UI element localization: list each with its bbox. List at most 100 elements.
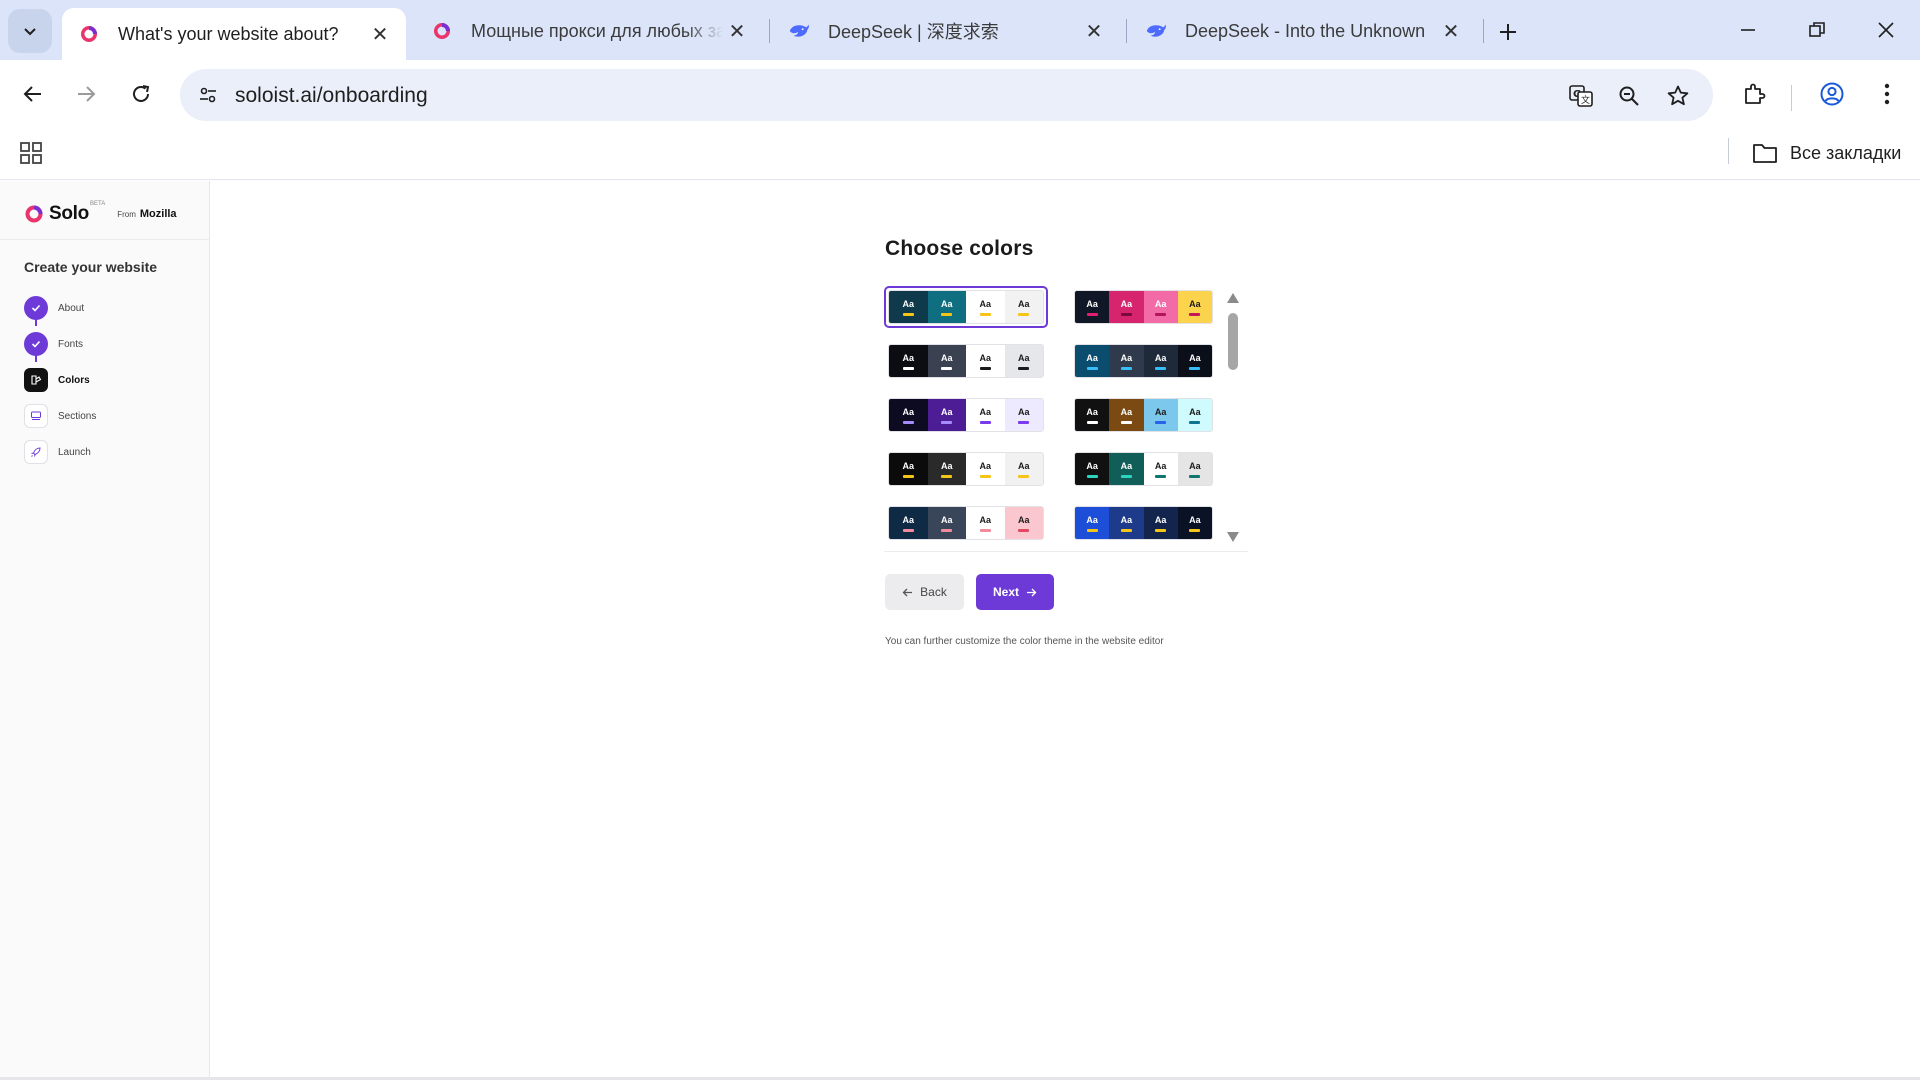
all-bookmarks-button[interactable]: Все закладки [1752, 136, 1901, 170]
step-label: Launch [58, 446, 91, 458]
swatch-accent-bar [1086, 474, 1098, 478]
scroll-up-arrow-icon[interactable] [1226, 292, 1240, 304]
back-nav-button[interactable] [13, 74, 53, 114]
tab-search-button[interactable] [8, 9, 52, 53]
bookmarks-separator [1728, 138, 1729, 164]
new-tab-button[interactable] [1490, 14, 1526, 50]
url-text[interactable]: soloist.ai/onboarding [235, 84, 428, 108]
color-palette-option[interactable]: Aa Aa Aa Aa [884, 394, 1048, 436]
swatch-accent-bar [902, 312, 914, 316]
step-about[interactable]: About [24, 290, 96, 326]
deepseek-whale-icon [1145, 20, 1167, 42]
step-sections[interactable]: Sections [24, 398, 96, 434]
palette-swatch: Aa [1143, 507, 1178, 539]
swatch-sample-text: Aa [902, 406, 914, 417]
tab-whats-your-website[interactable]: What's your website about? ✕ [62, 8, 406, 60]
swatch-sample-text: Aa [902, 298, 914, 309]
reload-button[interactable] [121, 74, 161, 114]
profile-icon[interactable] [1812, 74, 1852, 114]
swatch-sample-text: Aa [1154, 352, 1167, 363]
step-done-indicator [24, 296, 48, 320]
swatch-sample-text: Aa [979, 298, 991, 309]
swatch-sample-text: Aa [1189, 298, 1201, 309]
extensions-icon[interactable] [1734, 74, 1774, 114]
arrow-right-icon [78, 86, 96, 102]
palette-swatch: Aa [1109, 399, 1144, 431]
color-palette-option[interactable]: Aa Aa Aa Aa [1070, 340, 1217, 382]
swatch-sample-text: Aa [902, 352, 914, 363]
color-palette-option[interactable]: Aa Aa Aa Aa [1070, 286, 1217, 328]
swatch-accent-bar [902, 366, 914, 370]
scroll-down-arrow-icon[interactable] [1226, 531, 1240, 543]
tab-deepseek-en[interactable]: DeepSeek - Into the Unknown ✕ [1129, 9, 1477, 53]
browser-tab-strip: What's your website about? ✕ Мощные прок… [0, 0, 1920, 60]
swatch-accent-bar [1086, 528, 1098, 532]
address-bar[interactable]: soloist.ai/onboarding G文 [180, 69, 1713, 121]
step-label: Sections [58, 410, 97, 422]
beta-badge: BETA [89, 201, 106, 207]
color-palette-option[interactable]: Aa Aa Aa Aa [1070, 448, 1217, 490]
all-bookmarks-label: Все закладки [1790, 142, 1902, 163]
swatch-accent-bar [1120, 528, 1132, 532]
palette-swatches: Aa Aa Aa Aa [1074, 344, 1213, 378]
palette-swatches: Aa Aa Aa Aa [888, 398, 1044, 432]
back-button[interactable]: Back [885, 574, 964, 610]
svg-text:文: 文 [1581, 94, 1590, 106]
bookmark-star-icon[interactable] [1663, 81, 1693, 111]
palette-scrollbar-thumb[interactable] [1228, 313, 1238, 370]
tab-title: DeepSeek | 深度求索 [828, 22, 999, 42]
palette-swatch: Aa [1109, 507, 1144, 539]
next-button[interactable]: Next [976, 574, 1054, 610]
site-settings-icon[interactable] [194, 81, 222, 109]
color-palette-option[interactable]: Aa Aa Aa Aa [1070, 394, 1217, 436]
back-button-label: Back [920, 585, 947, 599]
forward-nav-button[interactable] [66, 74, 106, 114]
swatch-sample-text: Aa [940, 514, 953, 525]
palette-swatches: Aa Aa Aa Aa [1074, 290, 1213, 324]
palette-swatch: Aa [1109, 453, 1144, 485]
swatch-sample-text: Aa [1154, 406, 1167, 417]
color-palette-option[interactable]: Aa Aa Aa Aa [884, 340, 1048, 382]
deepseek-whale-icon [788, 20, 810, 42]
color-palette-option[interactable]: Aa Aa Aa Aa [884, 448, 1048, 490]
close-tab-icon[interactable]: ✕ [366, 20, 394, 48]
tab-proxies[interactable]: Мощные прокси для любых за ✕ [415, 9, 763, 53]
step-colors[interactable]: Colors [24, 362, 96, 398]
palette-swatch: Aa [889, 291, 928, 323]
color-palette-option[interactable]: Aa Aa Aa Aa [1070, 502, 1217, 544]
minimize-button[interactable] [1728, 12, 1768, 48]
close-tab-icon[interactable]: ✕ [1080, 17, 1108, 45]
apps-grid-icon[interactable] [16, 138, 46, 168]
translate-icon[interactable]: G文 [1566, 81, 1596, 111]
tab-deepseek-cn[interactable]: DeepSeek | 深度求索 ✕ [772, 9, 1120, 53]
swatch-accent-bar [1018, 474, 1030, 478]
color-palette-option[interactable]: Aa Aa Aa Aa [884, 286, 1048, 328]
zoom-icon[interactable] [1614, 81, 1644, 111]
palette-swatches: Aa Aa Aa Aa [1074, 452, 1213, 486]
solo-logo[interactable]: Solo BETA From Mozilla [24, 199, 177, 229]
palette-swatch: Aa [966, 453, 1005, 485]
arrow-left-icon [902, 588, 913, 596]
swatch-sample-text: Aa [1189, 514, 1201, 525]
close-tab-icon[interactable]: ✕ [723, 17, 751, 45]
close-tab-icon[interactable]: ✕ [1437, 17, 1465, 45]
swatch-sample-text: Aa [940, 406, 953, 417]
restore-button[interactable] [1797, 12, 1837, 48]
palette-swatch: Aa [927, 399, 966, 431]
palette-icon [31, 375, 42, 385]
palette-swatch: Aa [1177, 453, 1212, 485]
swatch-accent-bar [1155, 366, 1167, 370]
step-fonts[interactable]: Fonts [24, 326, 96, 362]
color-palette-option[interactable]: Aa Aa Aa Aa [884, 502, 1048, 544]
swatch-accent-bar [1086, 312, 1098, 316]
menu-dots-icon[interactable] [1867, 74, 1907, 114]
page-title: Choose colors [885, 237, 1034, 260]
brand-name: Solo [49, 203, 89, 224]
check-icon [31, 304, 41, 312]
palette-swatch: Aa [1075, 507, 1110, 539]
close-window-button[interactable] [1866, 12, 1906, 48]
swatch-sample-text: Aa [1017, 514, 1030, 525]
swatch-accent-bar [1189, 528, 1201, 532]
palette-grid: Aa Aa Aa Aa Aa Aa Aa Aa Aa Aa Aa Aa Aa Aa Aa Aa Aa Aa Aa Aa… [884, 286, 1223, 544]
step-launch[interactable]: Launch [24, 434, 96, 470]
